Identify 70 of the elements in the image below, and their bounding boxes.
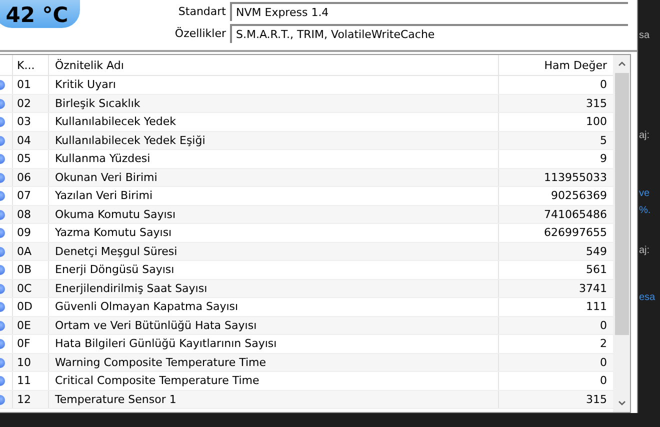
table-cell-text: 0 [599, 373, 608, 390]
table-cell-text: 549 [585, 244, 608, 260]
table-cell: Birleşik Sıcaklık [49, 94, 499, 112]
background-text: sa [639, 30, 650, 41]
background-text: aj: [639, 130, 650, 141]
table-cell: 0F [13, 335, 49, 352]
table-cell: Kullanma Yüzdesi [49, 150, 499, 168]
table-cell: Okunan Veri Birimi [49, 168, 499, 186]
table-cell: 07 [13, 187, 49, 204]
table-cell-text: 2 [599, 336, 608, 352]
background-text: esa [639, 292, 656, 303]
table-cell-text: 3741 [578, 280, 608, 297]
table-cell-text: 5 [599, 132, 608, 149]
table-cell-text: 111 [585, 299, 608, 316]
table-cell: 0D [13, 298, 49, 316]
field-label: Standart [177, 5, 226, 18]
scroll-down-icon[interactable] [616, 398, 626, 408]
table-cell-text: 0 [599, 318, 608, 334]
table-cell: 11 [13, 372, 49, 390]
table-cell-text: 0 [599, 77, 608, 94]
table-cell: 10 [13, 354, 49, 371]
table-cell: Kullanılabilecek Yedek [49, 113, 499, 130]
table-cell: Hata Bilgileri Günlüğü Kayıtlarının Sayısı [49, 335, 499, 352]
table-cell: 03 [13, 113, 49, 130]
table-cell-text: 0 [599, 354, 608, 371]
background-text: %. [639, 205, 651, 216]
background-text: aj: [639, 245, 650, 256]
table-cell: Güvenli Olmayan Kapatma Sayısı [49, 298, 499, 316]
table-cell: 01 [13, 76, 49, 94]
table-cell: 08 [13, 206, 49, 223]
table-cell-text: 561 [585, 262, 608, 278]
column-header[interactable]: Ham Değer [499, 55, 613, 75]
table-cell: 0B [13, 261, 49, 278]
table-cell: Enerjilendirilmiş Saat Sayısı [49, 280, 499, 297]
table-cell: Yazılan Veri Birimi [49, 187, 499, 204]
column-header[interactable]: Öznitelik Adı [49, 55, 499, 75]
table-cell: 12 [13, 390, 49, 408]
table-cell: 04 [13, 132, 49, 149]
table-cell: Kritik Uyarı [49, 76, 499, 94]
table-cell: Yazma Komutu Sayısı [49, 224, 499, 242]
table-cell: 0C [13, 280, 49, 297]
temperature-badge: 42 °C [0, 0, 80, 28]
table-cell: Enerji Döngüsü Sayısı [49, 261, 499, 278]
table-cell-text: 113955033 [543, 170, 608, 186]
table-cell-text: 100 [585, 114, 608, 130]
table-cell-text: 9 [599, 151, 608, 168]
table-cell: Warning Composite Temperature Time [49, 354, 499, 371]
table-cell-text: 90256369 [550, 188, 608, 204]
table-cell: 09 [13, 224, 49, 242]
background-text: ve [639, 188, 650, 199]
field-label: Özellikler [174, 27, 226, 40]
table-cell: Denetçi Meşgul Süresi [49, 242, 499, 260]
scrollbar[interactable] [613, 55, 630, 412]
table-cell: Kullanılabilecek Yedek Eşiği [49, 132, 499, 149]
table-cell: 02 [13, 94, 49, 112]
info-field: S.M.A.R.T., TRIM, VolatileWriteCache [230, 24, 628, 43]
table-cell-text: 315 [585, 96, 608, 112]
table-cell-text: 741065486 [543, 206, 608, 223]
table-cell: Temperature Sensor 1 [49, 390, 499, 408]
table-cell: 06 [13, 168, 49, 186]
table-cell: 0A [13, 242, 49, 260]
table-cell: Critical Composite Temperature Time [49, 372, 499, 390]
column-header[interactable]: K... [13, 55, 49, 75]
table-cell: 0E [13, 316, 49, 334]
table-cell: Okuma Komutu Sayısı [49, 206, 499, 223]
table-cell: 05 [13, 150, 49, 168]
table-cell: Ortam ve Veri Bütünlüğü Hata Sayısı [49, 316, 499, 334]
info-field: NVM Express 1.4 [230, 2, 628, 21]
table-cell-text: 626997655 [543, 225, 608, 242]
table-cell-text: 315 [585, 392, 608, 408]
